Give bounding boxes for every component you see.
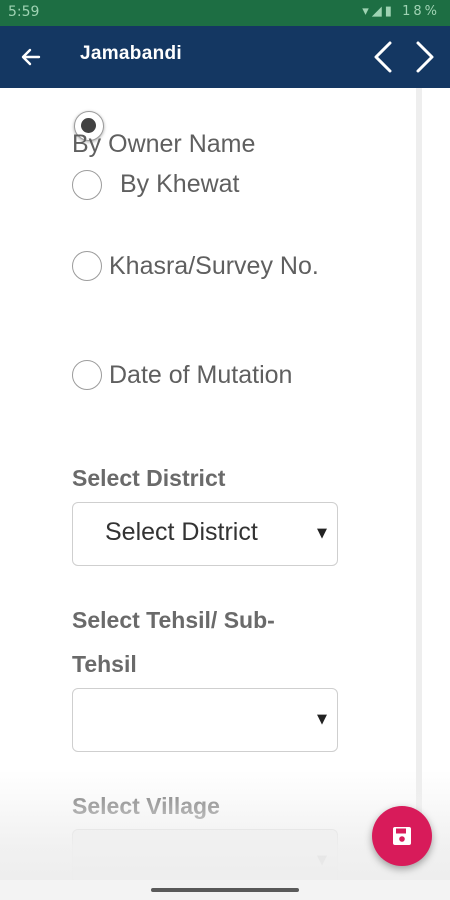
previous-button[interactable]	[368, 38, 398, 76]
battery-percent: 18%	[402, 4, 440, 19]
radio-khasra-survey-label: Khasra/Survey No.	[109, 252, 319, 280]
status-icons: ▾◢▮ 18%	[362, 4, 440, 19]
tehsil-label-line1: Select Tehsil/ Sub-	[72, 607, 275, 633]
village-label: Select Village	[72, 793, 220, 819]
district-select-value: Select District	[105, 518, 258, 546]
app-title: Jamabandi	[80, 43, 182, 64]
district-select[interactable]: Select District ▼	[72, 502, 338, 566]
signal-icon: ◢	[371, 4, 385, 19]
app-bar: Jamabandi	[0, 26, 450, 88]
arrow-left-icon	[21, 48, 41, 66]
save-icon	[393, 827, 411, 845]
tehsil-label: Select Tehsil/ Sub- Tehsil	[72, 598, 322, 686]
status-time: 5:59	[8, 4, 40, 20]
back-button[interactable]	[14, 40, 48, 74]
village-select[interactable]: ▼	[72, 829, 338, 885]
save-button[interactable]	[372, 806, 432, 866]
radio-khasra-survey[interactable]	[72, 251, 102, 281]
district-label: Select District	[72, 465, 226, 491]
radio-owner-name-label: By Owner Name	[72, 130, 256, 158]
battery-icon: ▮	[384, 4, 395, 19]
chevron-right-icon	[416, 41, 434, 73]
radio-khewat-label: By Khewat	[120, 170, 240, 198]
radio-date-of-mutation[interactable]	[72, 360, 102, 390]
chevron-left-icon	[374, 41, 392, 73]
radio-date-of-mutation-label: Date of Mutation	[109, 361, 293, 389]
dropdown-arrow-icon: ▼	[317, 712, 327, 727]
status-bar: 5:59 ▾◢▮ 18%	[0, 0, 450, 26]
scroll-track	[416, 88, 422, 888]
radio-khewat[interactable]	[72, 170, 102, 200]
tehsil-select[interactable]: ▼	[72, 688, 338, 752]
home-gesture-bar[interactable]	[151, 888, 299, 892]
wifi-icon: ▾	[362, 4, 372, 19]
dropdown-arrow-icon: ▼	[317, 526, 327, 541]
dropdown-arrow-icon: ▼	[317, 853, 327, 868]
tehsil-label-line2: Tehsil	[72, 651, 137, 677]
next-button[interactable]	[410, 38, 440, 76]
